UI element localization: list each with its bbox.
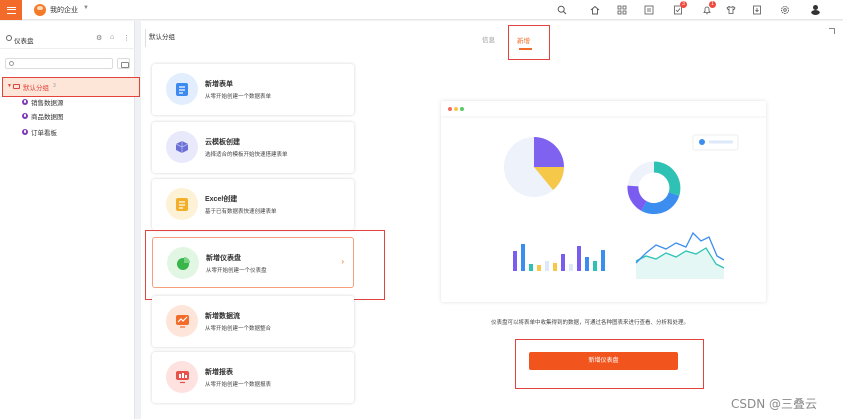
apps-icon[interactable] xyxy=(616,4,627,15)
bar xyxy=(569,264,573,271)
main-header: 默认分组 信息 新增 xyxy=(141,21,843,61)
caret-down-icon[interactable]: ▼ xyxy=(7,83,12,89)
sidebar: 仪表盘 ⚙ ⌂ ⋮ ▼ 默认分组 3 销售数据源 商品数据图 订单看板 xyxy=(0,21,140,419)
card-desc: 选择适合的模板开始快速搭建表单 xyxy=(205,152,288,158)
chevron-down-icon[interactable]: ▼ xyxy=(83,5,89,11)
excel-icon xyxy=(166,188,198,220)
sidebar-search-input[interactable] xyxy=(16,59,111,68)
tab-new[interactable]: 新增 xyxy=(517,35,530,45)
card-title: 云模板创建 xyxy=(205,139,240,146)
search-icon xyxy=(9,61,14,66)
card-title: Excel创建 xyxy=(205,196,238,203)
notification-badge: 1 xyxy=(709,1,716,8)
tab-active-indicator xyxy=(519,48,532,50)
dashboard-icon xyxy=(6,35,12,41)
dashboard-description: 仪表盘可以将表单中收集得到的数据，可通过各种图表来进行查看、分析和处理。 xyxy=(491,320,690,326)
bar xyxy=(521,244,525,271)
report-icon xyxy=(166,361,198,393)
create-dashboard-button[interactable]: 新增仪表盘 xyxy=(529,352,678,370)
tree-item-label: 销售数据源 xyxy=(31,100,64,107)
card-desc: 从零开始创建一个数据整合 xyxy=(205,326,272,332)
home-icon[interactable]: ⌂ xyxy=(110,34,114,41)
folder-icon xyxy=(13,84,20,89)
dashboard-item-icon xyxy=(22,129,28,135)
dashboard-item-icon xyxy=(22,113,28,119)
tree-group-label: 默认分组 xyxy=(23,85,49,92)
pie-slice-purple xyxy=(534,137,564,167)
tree-item-label: 订单看板 xyxy=(31,130,57,137)
org-logo xyxy=(34,4,46,16)
bar xyxy=(601,250,605,271)
tree-item[interactable]: 销售数据源 xyxy=(22,97,64,107)
card-title: 新增数据流 xyxy=(205,313,240,320)
bar xyxy=(585,257,589,271)
bar xyxy=(561,254,565,271)
dataflow-card[interactable]: 新增数据流 从零开始创建一个数据整合 xyxy=(152,296,354,347)
mini-bar-chart xyxy=(513,244,605,271)
tree-item[interactable]: 订单看板 xyxy=(22,127,57,137)
template-card[interactable]: 云模板创建 选择适合的模板开始快速搭建表单 xyxy=(152,122,354,173)
report-card[interactable]: 新增报表 从零开始创建一个数据报表 xyxy=(152,352,354,403)
bar xyxy=(553,263,557,271)
tree-group-default[interactable]: ▼ 默认分组 3 xyxy=(2,77,140,97)
main-panel: 默认分组 信息 新增 新增表单 从零开始创建一个数据表单 云模板创建 选择适合的… xyxy=(141,21,843,419)
dataflow-icon xyxy=(166,305,198,337)
notification-icon[interactable]: 1 xyxy=(701,1,716,15)
donut-chart xyxy=(627,161,681,215)
form-icon xyxy=(166,73,198,105)
dashboard-preview-illustration xyxy=(441,101,766,302)
legend-dot xyxy=(699,139,705,145)
tab-info[interactable]: 信息 xyxy=(482,34,495,44)
more-icon[interactable]: ⋮ xyxy=(123,34,130,42)
dashboard-item-icon xyxy=(22,99,28,105)
preview-charts xyxy=(441,116,766,279)
approval-badge: 3 xyxy=(680,1,687,8)
card-desc: 从零开始创建一个数据报表 xyxy=(205,382,272,388)
form-icon[interactable] xyxy=(643,4,654,15)
mini-area-chart xyxy=(635,231,725,279)
legend-line xyxy=(709,140,733,144)
bar xyxy=(577,246,581,271)
sidebar-header: 仪表盘 ⚙ ⌂ ⋮ xyxy=(0,21,135,49)
donut-teal xyxy=(653,161,681,196)
tree-item[interactable]: 商品数据图 xyxy=(22,111,64,121)
settings-icon[interactable]: ⚙ xyxy=(96,34,102,42)
group-tab[interactable]: 默认分组 xyxy=(145,29,181,47)
collapse-icon[interactable] xyxy=(829,28,835,34)
tree-group-count: 3 xyxy=(53,83,56,89)
cube-icon xyxy=(166,131,198,163)
donut-blue xyxy=(641,191,680,215)
download-icon[interactable] xyxy=(751,4,762,15)
bar xyxy=(545,261,549,271)
sidebar-search[interactable] xyxy=(5,58,113,69)
add-folder-button[interactable] xyxy=(117,58,130,69)
home-icon[interactable] xyxy=(589,4,600,15)
sidebar-title: 仪表盘 xyxy=(14,38,34,45)
create-form-card[interactable]: 新增表单 从零开始创建一个数据表单 xyxy=(152,64,354,115)
excel-card[interactable]: Excel创建 基于已有数据表快速创建表单 xyxy=(152,179,354,230)
org-name[interactable]: 我的企业 xyxy=(50,5,78,15)
search-icon[interactable] xyxy=(556,4,567,15)
watermark: CSDN @三叠云 xyxy=(731,397,818,411)
shirt-icon[interactable] xyxy=(725,4,736,15)
bar xyxy=(513,251,517,271)
card-title: 新增报表 xyxy=(205,369,233,376)
tree-item-label: 商品数据图 xyxy=(31,114,64,121)
user-avatar[interactable] xyxy=(810,4,821,15)
card-desc: 基于已有数据表快速创建表单 xyxy=(205,209,277,215)
menu-button[interactable] xyxy=(0,0,22,20)
card-desc: 从零开始创建一个数据表单 xyxy=(205,94,272,100)
settings-icon[interactable] xyxy=(779,4,790,15)
bar xyxy=(537,265,541,271)
bar xyxy=(529,264,533,271)
hamburger-icon xyxy=(6,6,16,14)
dashboard-card-highlight xyxy=(145,230,385,300)
approval-icon[interactable]: 3 xyxy=(672,1,687,15)
bar xyxy=(593,261,597,271)
card-title: 新增表单 xyxy=(205,81,233,88)
top-bar: 我的企业 ▼ 3 1 xyxy=(0,0,843,20)
